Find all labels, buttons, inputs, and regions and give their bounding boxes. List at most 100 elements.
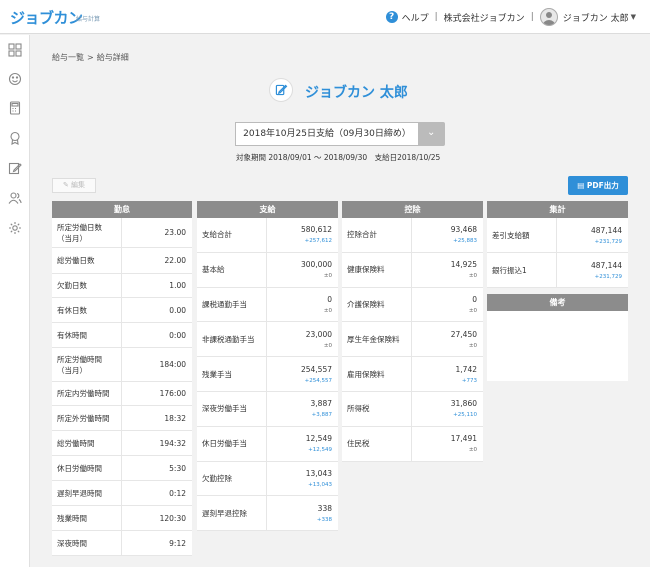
row-value-cell: 580,612 +257,612 <box>267 218 338 252</box>
table-row: 残業手当 254,557 +254,557 <box>197 357 338 392</box>
row-label: 雇用保険料 <box>342 357 412 391</box>
row-value-cell: 23.00 <box>122 218 192 247</box>
row-delta: +254,557 <box>304 377 332 384</box>
row-value-cell: 0:00 <box>122 323 192 347</box>
user-menu[interactable]: ジョブカン 太郎 <box>563 11 629 24</box>
table-row: 介護保険料 0 ±0 <box>342 287 483 323</box>
users-icon[interactable] <box>8 191 22 205</box>
row-delta: +338 <box>316 516 332 523</box>
payday-select[interactable]: 2018年10月25日支給（09月30日締め） <box>235 122 419 146</box>
row-label: 休日労働手当 <box>197 426 267 461</box>
row-value: 338 <box>317 503 332 513</box>
row-label: 欠勤控除 <box>197 461 267 496</box>
attendance-table: 所定労働日数（当月） 23.00 総労働日数 22.00 欠勤日数 1.00 有休日数 0.0… <box>52 218 192 556</box>
row-label: 所定外労働時間 <box>52 406 122 430</box>
table-row: 課税通勤手当 0 ±0 <box>197 287 338 323</box>
row-label: 休日労働時間 <box>52 456 122 480</box>
row-delta: ±0 <box>468 273 477 280</box>
row-label: 厚生年金保険料 <box>342 322 412 357</box>
app-logo[interactable]: ジョブカン <box>10 7 83 28</box>
table-row: 銀行振込1 487,144 +231,729 <box>487 253 628 288</box>
row-delta: ±0 <box>468 447 477 454</box>
header-right: ? ヘルプ | 株式会社ジョブカン | ジョブカン 太郎 ▼ <box>385 8 636 26</box>
row-value: 120:30 <box>159 513 186 523</box>
notes-panel: 備考 <box>487 294 628 381</box>
row-value-cell: 0 ±0 <box>267 288 338 322</box>
help-icon[interactable]: ? <box>385 11 398 23</box>
calculator-icon[interactable] <box>8 101 22 115</box>
breadcrumb-parent[interactable]: 給与一覧 <box>52 53 84 62</box>
row-label: 控除合計 <box>342 218 412 252</box>
document-icon: ▤ <box>577 181 585 190</box>
gear-icon[interactable] <box>8 221 22 235</box>
row-value-cell: 5:30 <box>122 456 192 480</box>
chevron-down-icon: ⌄ <box>427 127 436 138</box>
row-value: 1.00 <box>169 281 186 290</box>
row-value: 3,887 <box>310 399 332 409</box>
row-value: 0.00 <box>169 305 186 315</box>
totals-table: 差引支給額 487,144 +231,729 銀行振込1 487,144 +231,729 <box>487 218 628 288</box>
row-delta: +13,043 <box>308 481 332 488</box>
table-row: 厚生年金保険料 27,450 ±0 <box>342 322 483 358</box>
table-row: 所定労働日数（当月） 23.00 <box>52 218 192 248</box>
row-label: 銀行振込1 <box>487 253 557 287</box>
row-label: 所得税 <box>342 391 412 426</box>
edit-button[interactable]: ✎ 編集 <box>52 178 96 193</box>
row-delta: +257,612 <box>304 238 332 245</box>
table-row: 総労働日数 22.00 <box>52 248 192 274</box>
row-delta: +25,883 <box>453 238 477 245</box>
row-delta: ±0 <box>468 342 477 349</box>
employee-name: ジョブカン 太郎 <box>305 85 408 101</box>
row-value: 23,000 <box>305 329 332 339</box>
row-value: 487,144 <box>590 260 622 270</box>
row-value-cell: 12,549 +12,549 <box>267 427 338 461</box>
row-value: 93,468 <box>450 225 477 235</box>
row-label: 遅刻早退控除 <box>197 496 267 531</box>
table-row: 控除合計 93,468 +25,883 <box>342 218 483 253</box>
row-value-cell: 14,925 ±0 <box>412 253 483 287</box>
row-value-cell: 0:12 <box>122 481 192 505</box>
row-value: 27,450 <box>450 329 477 339</box>
breadcrumb: 給与一覧 > 給与詳細 <box>52 52 129 63</box>
payday-dropdown-button[interactable]: ⌄ <box>419 122 445 146</box>
row-label: 介護保険料 <box>342 287 412 322</box>
grid-icon[interactable] <box>8 43 22 57</box>
avatar-icon[interactable] <box>539 8 558 26</box>
row-value: 254,557 <box>300 364 332 374</box>
row-value-cell: 93,468 +25,883 <box>412 218 483 252</box>
award-icon[interactable] <box>8 131 22 145</box>
row-label: 住民税 <box>342 426 412 461</box>
table-row: 欠勤日数 1.00 <box>52 274 192 298</box>
row-value: 0 <box>327 294 332 304</box>
table-row: 休日労働手当 12,549 +12,549 <box>197 426 338 462</box>
row-label: 有休時間 <box>52 323 122 347</box>
row-value: 31,860 <box>450 399 477 409</box>
chevron-down-icon[interactable]: ▼ <box>631 13 636 21</box>
edit-icon[interactable] <box>8 161 22 175</box>
row-value-cell: 0.00 <box>122 298 192 322</box>
row-value-cell: 17,491 ±0 <box>412 427 483 461</box>
row-label: 遅刻早退時間 <box>52 481 122 505</box>
row-delta: ±0 <box>323 342 332 349</box>
row-label: 所定内労働時間 <box>52 382 122 405</box>
row-label: 総労働日数 <box>52 248 122 273</box>
top-header: ジョブカン 給与計算 ? ヘルプ | 株式会社ジョブカン | ジョブカン 太郎 … <box>0 0 650 34</box>
row-label: 残業時間 <box>52 506 122 530</box>
smile-icon[interactable] <box>8 72 22 86</box>
row-value-cell: 1,742 +773 <box>412 357 483 391</box>
company-name: 株式会社ジョブカン <box>443 13 525 24</box>
row-label: 残業手当 <box>197 357 267 391</box>
row-value: 17,491 <box>450 434 477 444</box>
payment-title: 支給 <box>197 201 338 218</box>
row-delta: +231,729 <box>594 273 622 280</box>
row-value: 184:00 <box>159 360 186 369</box>
pdf-export-button[interactable]: ▤ PDF出力 <box>568 176 628 195</box>
header-separator: | <box>530 12 534 22</box>
row-value-cell: 31,860 +25,110 <box>412 392 483 426</box>
table-row: 深夜労働手当 3,887 +3,887 <box>197 391 338 427</box>
row-value-cell: 1.00 <box>122 274 192 297</box>
help-link[interactable]: ヘルプ <box>402 11 429 24</box>
deduction-title: 控除 <box>342 201 483 218</box>
row-value-cell: 120:30 <box>122 506 192 530</box>
sidebar <box>0 35 30 567</box>
